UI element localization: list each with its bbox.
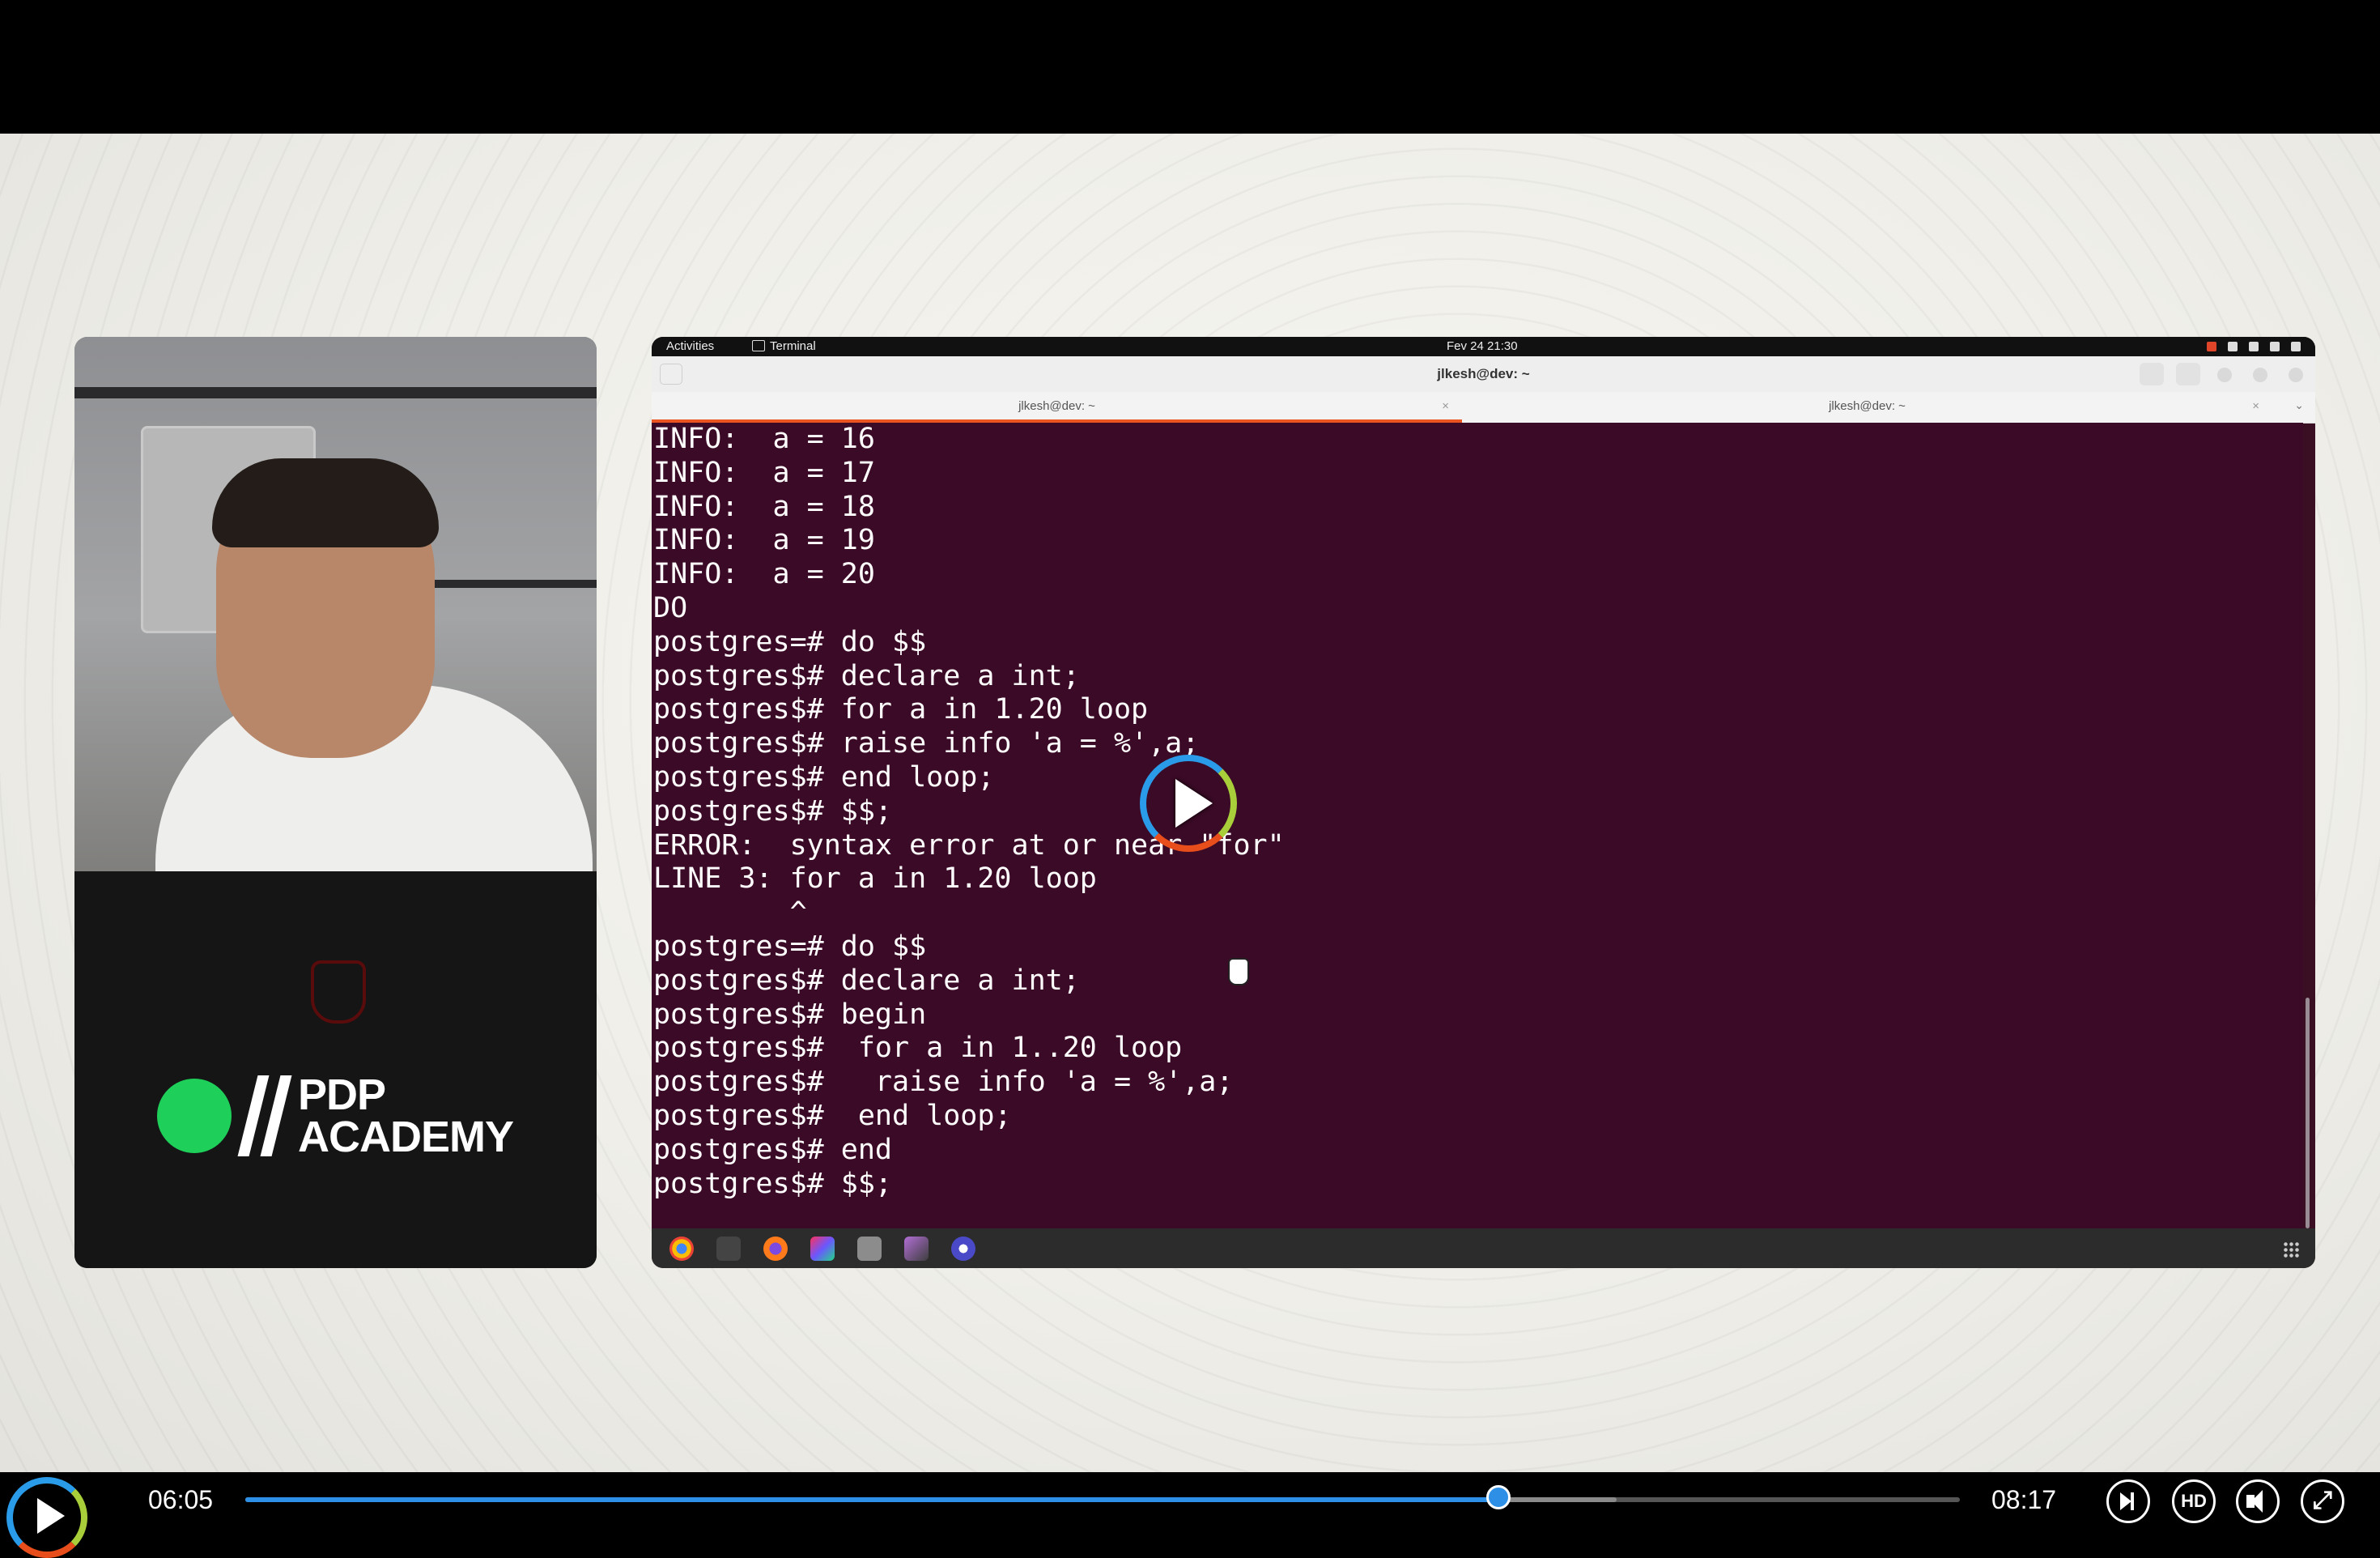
app-menu-terminal[interactable]: Terminal [770,339,816,353]
system-tray[interactable] [2207,342,2301,351]
maximize-button[interactable] [2253,368,2267,382]
files-icon[interactable] [857,1237,882,1261]
playback-speed-button[interactable] [2106,1479,2150,1523]
presenter-hair [212,458,439,547]
fullscreen-button[interactable]: ⤢ [2301,1479,2344,1523]
microphone-icon [2270,342,2280,351]
player-controls: 06:05 08:17 HD ⤢ [0,1472,2380,1558]
play-icon [37,1498,65,1534]
video-frame[interactable]: PDP ACADEMY Activities Terminal Fev 24 2… [0,134,2380,1474]
battery-icon [2291,342,2301,351]
terminal-line: LINE 3: for a in 1.20 loop [653,862,1097,896]
msi-logo-icon [311,960,366,1024]
terminal-line: DO [653,591,688,624]
pdp-logo-slash-icon [237,1075,298,1156]
terminal-line: postgres$# $$; [653,794,893,828]
seek-bar[interactable] [245,1485,1960,1509]
terminal-line: postgres$# $$; [653,1167,893,1200]
gnome-top-bar: Activities Terminal Fev 24 21:30 [652,337,2315,356]
terminal-line: postgres$# begin [653,998,927,1031]
close-tab-icon[interactable]: × [1442,392,1449,421]
dock [652,1228,2315,1268]
terminal-titlebar[interactable]: jlkesh@dev: ~ [652,356,2315,393]
hamburger-menu-icon[interactable] [2176,363,2200,385]
progress-fill [245,1497,1498,1502]
current-time: 06:05 [148,1485,214,1514]
recording-icon [2207,342,2216,351]
terminal-tab-bar: jlkesh@dev: ~ × jlkesh@dev: ~ × ⌄ [652,392,2315,424]
quality-button[interactable]: HD [2172,1479,2216,1523]
tab-label: jlkesh@dev: ~ [1829,399,1906,413]
pdp-logo-dot-icon [157,1079,232,1153]
tab-2[interactable]: jlkesh@dev: ~ × [1462,392,2272,423]
logo-line-2: ACADEMY [298,1113,514,1161]
close-window-button[interactable] [2289,368,2303,382]
close-tab-icon[interactable]: × [2252,392,2259,421]
screen-share: Activities Terminal Fev 24 21:30 jlkesh@… [652,337,2315,1268]
terminal-line: postgres$# end [653,1133,893,1166]
play-button[interactable] [6,1477,87,1558]
terminal-line: postgres$# declare a int; [653,964,1080,997]
terminal-line: INFO: a = 17 [653,456,875,489]
terminal-line: postgres$# end loop; [653,760,995,794]
terminal-line: ERROR: syntax error at or near "for" [653,828,1285,862]
terminal-line: postgres$# end loop; [653,1099,1012,1132]
terminal-line: postgres=# do $$ [653,930,927,963]
terminal-line: INFO: a = 19 [653,524,875,557]
network-icon [2228,342,2238,351]
laptop [74,871,597,1268]
logo-line-1: PDP [298,1071,386,1119]
play-icon [1175,779,1213,828]
mouse-pointer [1228,958,1249,985]
terminal-icon[interactable] [716,1237,741,1261]
tabs-dropdown-icon[interactable]: ⌄ [2294,398,2304,412]
terminal-text: INFO: a = 16 INFO: a = 17 INFO: a = 18 INFO… [652,423,2303,1201]
terminal-line: postgres$# for a in 1..20 loop [653,1032,1183,1065]
terminal-icon [752,340,765,351]
fast-forward-icon [2120,1492,2131,1510]
window-title: jlkesh@dev: ~ [1437,366,1530,381]
search-icon[interactable] [2140,363,2164,385]
tab-label: jlkesh@dev: ~ [1018,399,1095,413]
terminal-output[interactable]: INFO: a = 16 INFO: a = 17 INFO: a = 18 INFO… [652,423,2303,1232]
volume-button[interactable] [2236,1479,2280,1523]
terminal-line: postgres$# raise info 'a = %',a; [653,727,1200,760]
intellij-icon[interactable] [810,1237,835,1261]
terminal-line: postgres$# raise info 'a = %',a; [653,1066,1234,1099]
minimize-button[interactable] [2217,368,2232,382]
screenshot-icon[interactable] [904,1237,929,1261]
clock[interactable]: Fev 24 21:30 [1447,339,1518,353]
volume-icon [2249,342,2259,351]
terminal-line: postgres$# for a in 1.20 loop [653,693,1149,726]
terminal-line: INFO: a = 20 [653,558,875,591]
pdp-academy-logo: PDP ACADEMY [298,1071,514,1161]
terminal-line: INFO: a = 18 [653,490,875,523]
terminal-line: postgres$# declare a int; [653,659,1080,692]
tab-1[interactable]: jlkesh@dev: ~ × [652,392,1462,423]
firefox-icon[interactable] [763,1237,788,1261]
terminal-line: ^ [653,896,807,930]
terminal-scrollbar[interactable] [2306,998,2310,1228]
seek-handle[interactable] [1485,1485,1511,1509]
app-icon[interactable] [951,1237,975,1261]
presenter-video: PDP ACADEMY [74,337,597,1268]
chrome-icon[interactable] [669,1237,694,1261]
duration: 08:17 [1991,1485,2057,1514]
terminal-line: INFO: a = 16 [653,423,875,455]
shelf [74,387,597,398]
activities-button[interactable]: Activities [666,339,714,353]
terminal-line: postgres=# do $$ [653,625,927,658]
play-overlay-button[interactable] [1140,755,1237,852]
video-top-letterbox [0,0,2380,134]
app-grid-icon[interactable] [2283,1241,2299,1258]
